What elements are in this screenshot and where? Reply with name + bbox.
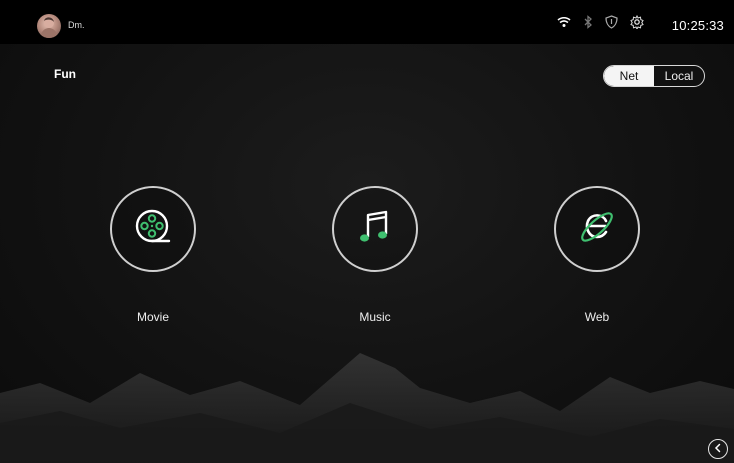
avatar-image <box>40 17 58 38</box>
toggle-local[interactable]: Local <box>654 66 704 86</box>
app-movie-circle[interactable] <box>110 186 196 272</box>
wifi-icon <box>557 16 571 28</box>
app-music-label: Music <box>359 310 391 324</box>
status-bar: Dm. 10:25:33 <box>0 0 734 44</box>
app-music[interactable]: Music <box>330 186 420 324</box>
app-movie[interactable]: Movie <box>108 186 198 324</box>
username-label: Dm. <box>68 20 85 30</box>
music-note-icon <box>353 205 397 254</box>
clock: 10:25:33 <box>671 18 724 33</box>
app-web-label: Web <box>584 310 610 324</box>
page-title: Fun <box>54 67 76 81</box>
home-screen: Dm. 10:25:33 Fun Net Local Movie Music W… <box>0 0 734 463</box>
status-icons <box>557 15 644 29</box>
app-music-circle[interactable] <box>332 186 418 272</box>
mountain-background <box>0 353 734 463</box>
app-web-circle[interactable] <box>554 186 640 272</box>
app-web[interactable]: Web <box>552 186 642 324</box>
back-button[interactable] <box>708 439 728 459</box>
user-avatar[interactable] <box>37 14 61 38</box>
settings-icon[interactable] <box>630 15 644 29</box>
bluetooth-icon <box>583 15 593 29</box>
shield-icon <box>605 15 618 29</box>
browser-globe-icon <box>574 204 620 255</box>
app-movie-label: Movie <box>136 310 169 324</box>
chevron-left-icon <box>713 440 723 458</box>
source-toggle[interactable]: Net Local <box>603 65 705 87</box>
toggle-net[interactable]: Net <box>604 66 654 86</box>
film-reel-icon <box>131 205 175 254</box>
